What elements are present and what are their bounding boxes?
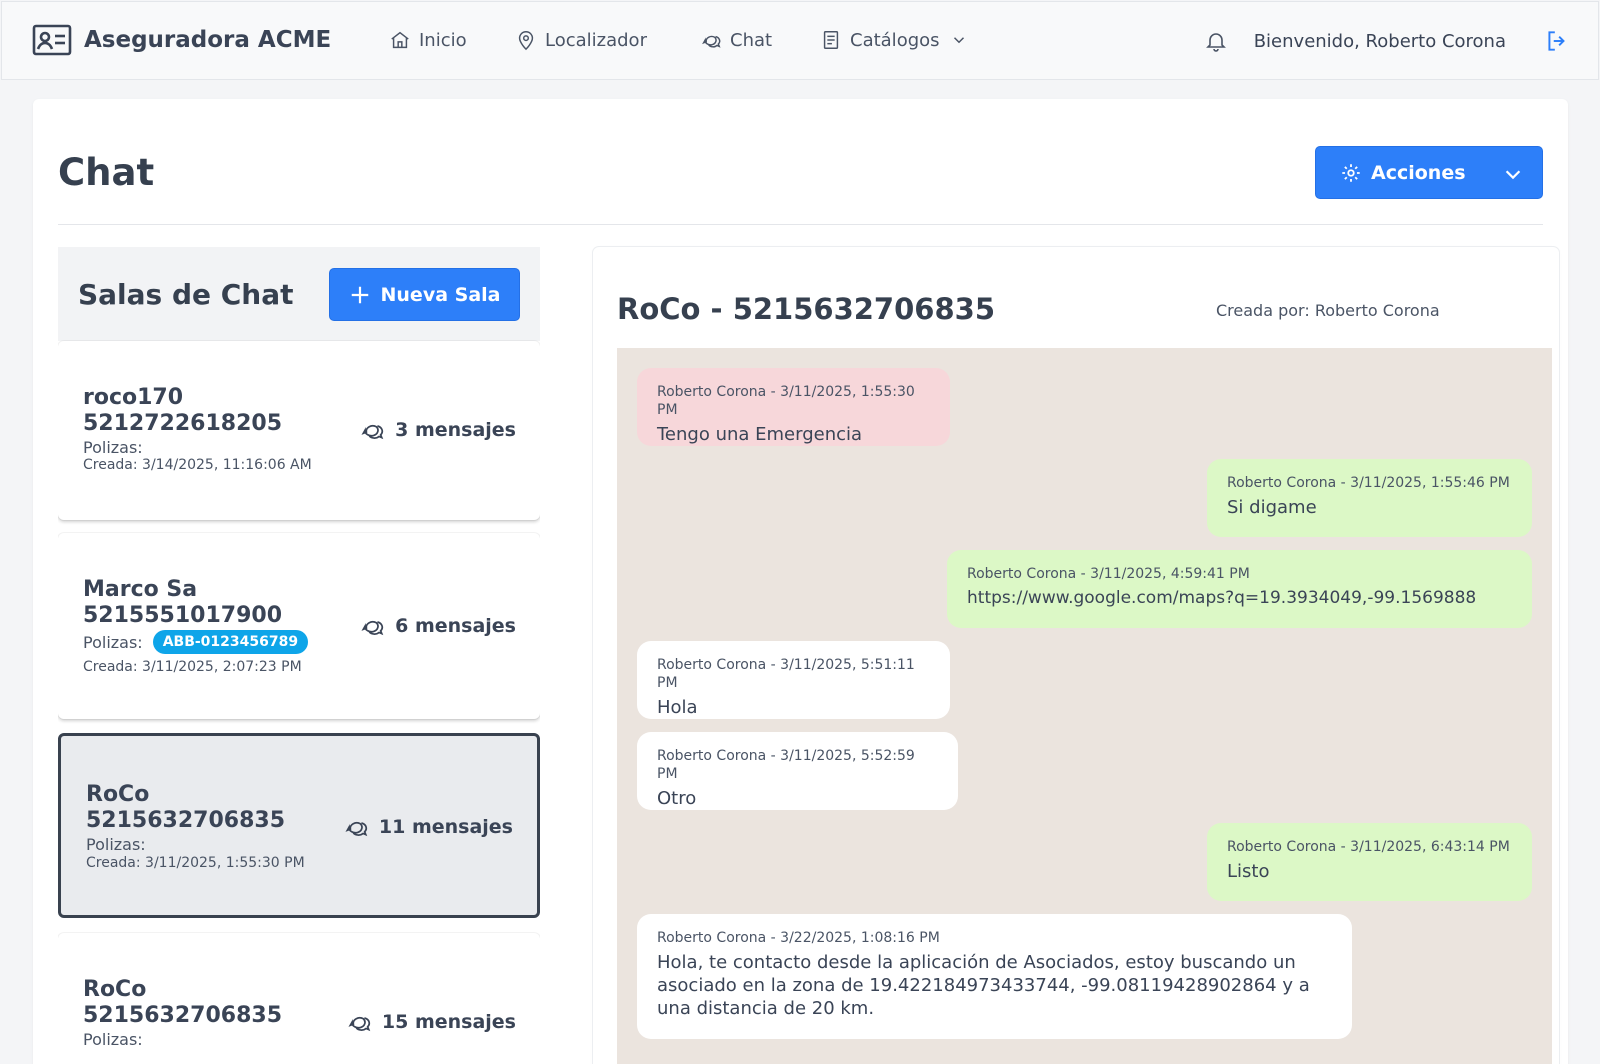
room-card[interactable]: RoCo 5215632706835 Polizas: 15 mensajes <box>58 933 540 1064</box>
rooms-header: Salas de Chat Nueva Sala <box>58 247 540 341</box>
welcome-text: Bienvenido, Roberto Corona <box>1253 30 1506 52</box>
room-count-label: 3 mensajes <box>395 419 516 441</box>
brand-name: Aseguradora ACME <box>84 27 332 53</box>
chat-creator: Creada por: Roberto Corona <box>1216 301 1440 320</box>
room-created: Creada: 3/14/2025, 11:16:06 AM <box>83 457 312 473</box>
room-card[interactable]: roco170 5212722618205 Polizas: Creada: 3… <box>58 341 540 520</box>
nav-localizador[interactable]: Localizador <box>515 29 647 51</box>
room-polizas: Polizas: ABB-0123456789 <box>83 630 309 654</box>
gear-icon <box>1342 163 1360 182</box>
message-meta: Roberto Corona - 3/11/2025, 5:51:11 PM <box>657 657 915 691</box>
room-alias: RoCo <box>86 782 150 807</box>
message-meta: Roberto Corona - 3/11/2025, 1:55:30 PM <box>657 384 915 418</box>
nav-inicio-label: Inicio <box>419 29 467 51</box>
rooms-title: Salas de Chat <box>78 278 294 311</box>
room-created: Creada: 3/11/2025, 1:55:30 PM <box>86 855 305 871</box>
chat-bubbles-icon <box>345 822 368 837</box>
polizas-label: Polizas: <box>83 632 143 652</box>
chevron-down-icon <box>1505 170 1521 180</box>
message-bubble: Roberto Corona - 3/11/2025, 4:59:41 PM h… <box>947 550 1532 628</box>
message-text: Otro <box>657 788 697 809</box>
brand[interactable]: Aseguradora ACME <box>32 24 331 56</box>
room-count-label: 11 mensajes <box>378 816 513 838</box>
rooms-panel: Salas de Chat Nueva Sala roco170 5212722… <box>58 247 540 1064</box>
chat-panel: RoCo - 5215632706835 Creada por: Roberto… <box>593 247 1559 1064</box>
nav-chat[interactable]: Chat <box>700 29 772 51</box>
room-alias: RoCo <box>83 977 147 1002</box>
message-meta: Roberto Corona - 3/22/2025, 1:08:16 PM <box>657 930 940 946</box>
user-area: Bienvenido, Roberto Corona <box>1204 28 1570 54</box>
message-bubble: Roberto Corona - 3/11/2025, 1:55:30 PM T… <box>637 368 950 446</box>
room-name: RoCo 5215632706835 <box>83 977 282 1029</box>
message-meta: Roberto Corona - 3/11/2025, 4:59:41 PM <box>967 566 1250 582</box>
message-meta: Roberto Corona - 3/11/2025, 6:43:14 PM <box>1227 839 1510 855</box>
room-polizas: Polizas: <box>86 835 146 854</box>
message-link[interactable]: https://www.google.com/maps?q=19.3934049… <box>967 587 1512 610</box>
room-phone: 5212722618205 <box>83 411 282 436</box>
chat-bubbles-icon <box>361 425 384 440</box>
divider <box>58 224 1543 225</box>
polizas-label: Polizas: <box>83 1030 143 1049</box>
room-alias: roco170 <box>83 385 184 410</box>
room-name: Marco Sa 5215551017900 <box>83 577 282 629</box>
room-alias: Marco Sa <box>83 577 198 602</box>
message-text: Tengo una Emergencia <box>657 424 863 445</box>
nav-localizador-label: Localizador <box>545 29 647 51</box>
nav-inicio[interactable]: Inicio <box>389 29 467 51</box>
room-phone: 5215632706835 <box>86 808 285 833</box>
document-icon <box>823 31 839 49</box>
chat-bubbles-icon <box>348 1017 371 1032</box>
room-polizas: Polizas: <box>83 1030 143 1049</box>
nav-chat-label: Chat <box>730 29 773 51</box>
message-text: Hola <box>657 697 698 718</box>
chat-title: RoCo - 5215632706835 <box>617 292 996 326</box>
message-text: Hola, te contacto desde la aplicación de… <box>657 952 1310 1019</box>
room-card[interactable]: Marco Sa 5215551017900 Polizas: ABB-0123… <box>58 533 540 719</box>
room-phone: 5215632706835 <box>83 1003 282 1028</box>
room-message-count: 3 mensajes <box>359 417 516 443</box>
message-text: Listo <box>1227 861 1270 882</box>
room-message-count: 11 mensajes <box>343 814 513 840</box>
plus-icon <box>351 286 368 303</box>
nav-catalogos[interactable]: Catálogos <box>820 29 968 51</box>
message-meta: Roberto Corona - 3/11/2025, 1:55:46 PM <box>1227 475 1510 491</box>
room-card-active[interactable]: RoCo 5215632706835 Polizas: Creada: 3/11… <box>58 733 540 918</box>
room-name: roco170 5212722618205 <box>83 385 282 437</box>
message-bubble: Roberto Corona - 3/11/2025, 6:43:14 PM L… <box>1207 823 1532 901</box>
id-card-icon <box>32 24 72 56</box>
message-bubble: Roberto Corona - 3/11/2025, 5:51:11 PM H… <box>637 641 950 719</box>
message-text: Si digame <box>1227 497 1317 518</box>
map-pin-icon <box>518 31 534 51</box>
actions-dropdown-button[interactable]: Acciones <box>1315 146 1543 199</box>
new-room-button[interactable]: Nueva Sala <box>329 268 520 321</box>
messages-area[interactable]: Roberto Corona - 3/11/2025, 1:55:30 PM T… <box>617 348 1552 1064</box>
poliza-badge[interactable]: ABB-0123456789 <box>152 630 309 654</box>
message-bubble: Roberto Corona - 3/11/2025, 1:55:46 PM S… <box>1207 459 1532 537</box>
room-count-label: 6 mensajes <box>395 615 516 637</box>
message-meta: Roberto Corona - 3/11/2025, 5:52:59 PM <box>657 748 915 782</box>
logout-icon[interactable] <box>1544 28 1570 54</box>
polizas-label: Polizas: <box>83 438 143 457</box>
room-message-count: 6 mensajes <box>359 613 516 639</box>
message-bubble: Roberto Corona - 3/22/2025, 1:08:16 PM H… <box>637 914 1352 1039</box>
top-navbar: Aseguradora ACME Inicio Localizador Chat… <box>1 1 1599 80</box>
main-card: Chat Acciones Salas de Chat Nueva Sala r… <box>33 99 1568 1064</box>
chevron-down-icon <box>953 37 964 44</box>
bell-icon[interactable] <box>1204 29 1228 53</box>
actions-label: Acciones <box>1371 161 1466 184</box>
new-room-label: Nueva Sala <box>380 283 501 306</box>
room-phone: 5215551017900 <box>83 603 282 628</box>
room-name: RoCo 5215632706835 <box>86 782 285 834</box>
room-created: Creada: 3/11/2025, 2:07:23 PM <box>83 659 302 675</box>
home-icon <box>391 31 409 49</box>
polizas-label: Polizas: <box>86 835 146 854</box>
chat-bubbles-icon <box>702 35 721 48</box>
room-message-count: 15 mensajes <box>346 1009 516 1035</box>
page-title: Chat <box>58 151 155 194</box>
room-polizas: Polizas: <box>83 438 143 457</box>
room-count-label: 15 mensajes <box>381 1011 516 1033</box>
chat-bubbles-icon <box>361 621 384 636</box>
nav-catalogos-label: Catálogos <box>850 29 940 51</box>
message-bubble: Roberto Corona - 3/11/2025, 5:52:59 PM O… <box>637 732 958 810</box>
